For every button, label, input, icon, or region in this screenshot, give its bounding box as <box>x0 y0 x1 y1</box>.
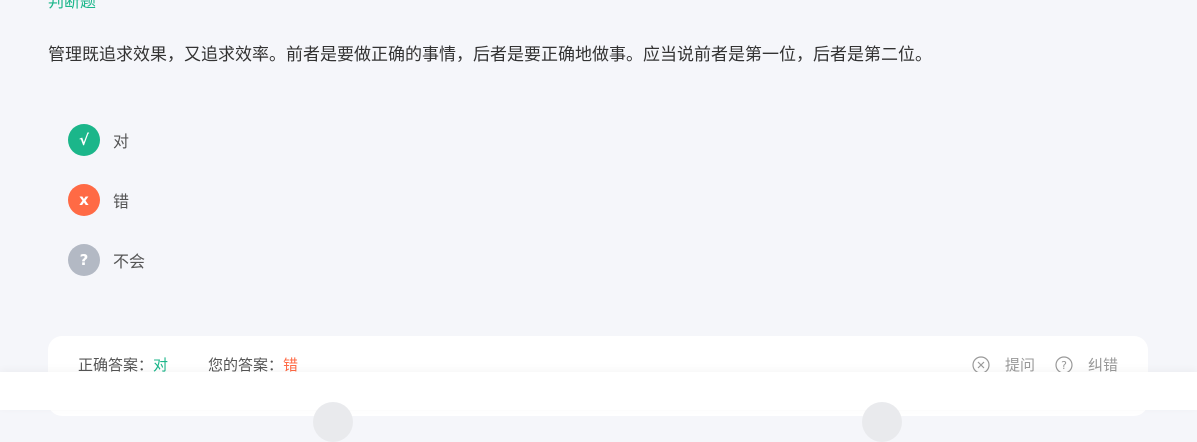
check-icon: √ <box>68 124 100 156</box>
option-unknown[interactable]: ? 不会 <box>68 244 145 276</box>
option-label: 错 <box>113 192 130 211</box>
option-label: 对 <box>113 132 130 151</box>
option-wrong[interactable]: x 错 <box>68 184 129 216</box>
option-label: 不会 <box>113 252 146 271</box>
prev-button[interactable] <box>313 402 353 442</box>
question-type-label: 判断题 <box>48 0 97 11</box>
close-circle-icon <box>972 355 990 374</box>
next-button[interactable] <box>862 402 902 442</box>
question-text: 管理既追求效果，又追求效率。前者是要做正确的事情，后者是要正确地做事。应当说前者… <box>48 45 932 65</box>
bottom-nav-bar <box>0 372 1197 442</box>
question-circle-icon: ? <box>1055 355 1073 374</box>
question-mark-icon: ? <box>68 244 100 276</box>
svg-text:?: ? <box>1061 359 1067 372</box>
option-right[interactable]: √ 对 <box>68 124 129 156</box>
cross-icon: x <box>68 184 100 216</box>
